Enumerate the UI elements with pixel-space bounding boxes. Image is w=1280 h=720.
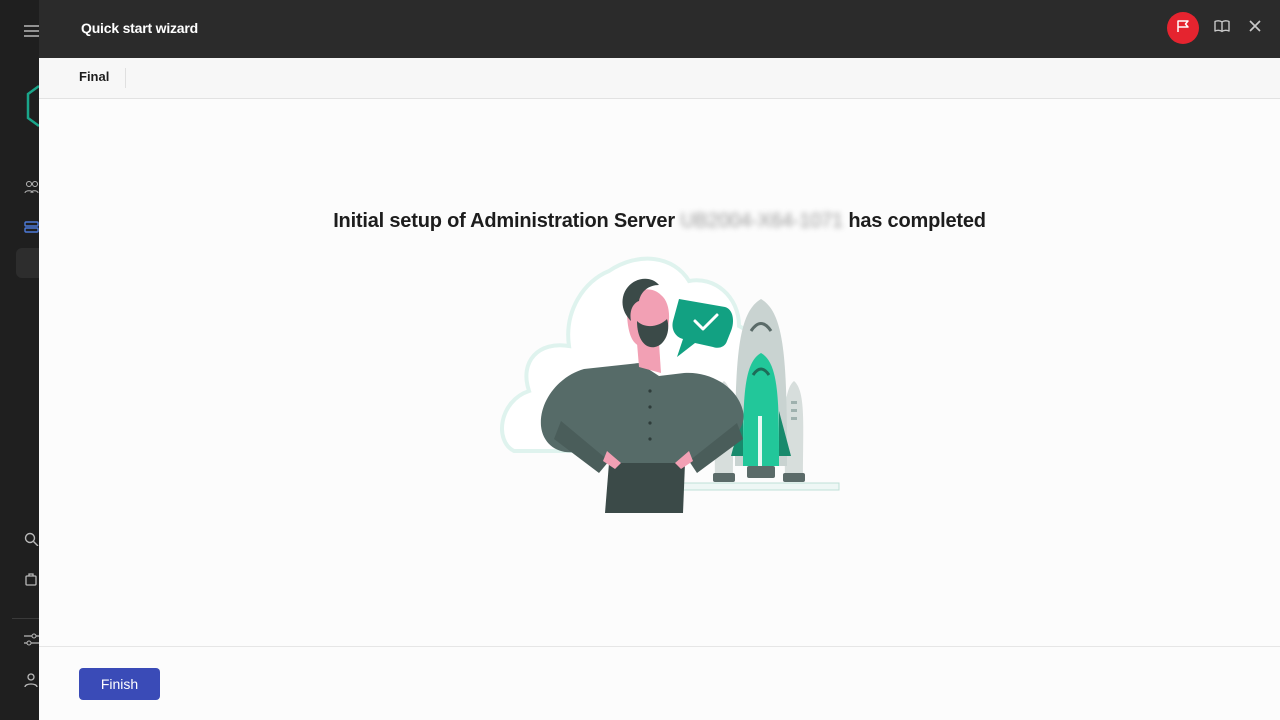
users-icon[interactable] <box>24 180 39 196</box>
sidebar-selected-item[interactable] <box>16 248 39 278</box>
flag-icon <box>1176 19 1190 38</box>
menu-icon[interactable] <box>24 24 39 40</box>
finish-button[interactable]: Finish <box>79 668 160 700</box>
step-final: Final <box>79 69 110 84</box>
wizard-title: Quick start wizard <box>81 20 198 36</box>
close-icon <box>1248 19 1262 38</box>
wizard-content: Initial setup of Administration Server U… <box>39 99 1280 647</box>
servers-icon[interactable] <box>24 220 39 236</box>
server-name: UB2004-X64-1071 <box>680 210 843 232</box>
heading-prefix: Initial setup of Administration Server <box>333 210 675 232</box>
settings-icon[interactable] <box>24 633 39 649</box>
help-book-button[interactable] <box>1206 12 1238 44</box>
heading-suffix: has completed <box>848 210 986 232</box>
wizard-steps-bar: Final <box>39 58 1280 99</box>
wizard-footer: Finish <box>39 646 1280 720</box>
sidebar-divider <box>12 618 39 619</box>
flag-button[interactable] <box>1167 12 1199 44</box>
logo-icon <box>26 84 40 130</box>
search-icon[interactable] <box>24 532 39 548</box>
bag-icon[interactable] <box>24 572 39 588</box>
rocket-launch-illustration <box>500 256 840 513</box>
quick-start-wizard: Quick start wizard Final Initial setup o… <box>39 0 1280 720</box>
completion-heading: Initial setup of Administration Server U… <box>39 210 1280 233</box>
user-icon[interactable] <box>24 673 39 689</box>
wizard-header: Quick start wizard <box>39 0 1280 58</box>
step-separator <box>125 68 126 88</box>
close-button[interactable] <box>1239 12 1271 44</box>
book-icon <box>1214 19 1230 38</box>
app-sidebar <box>0 0 40 720</box>
